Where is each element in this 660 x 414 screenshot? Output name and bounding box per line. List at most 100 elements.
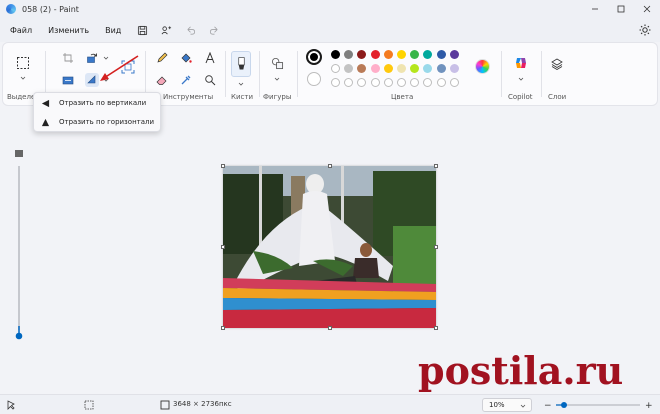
close-button[interactable]: [634, 0, 660, 18]
color-swatch[interactable]: [436, 64, 446, 73]
redo-button[interactable]: [207, 23, 221, 37]
layers-button[interactable]: [550, 57, 564, 71]
color-swatch[interactable]: [331, 50, 340, 59]
eraser-icon: [156, 76, 167, 85]
crop-button[interactable]: [61, 51, 75, 65]
resize-handle-bottom[interactable]: [328, 326, 332, 330]
horizontal-zoom-slider[interactable]: − +: [544, 400, 654, 410]
settings-gear-icon[interactable]: [638, 23, 652, 37]
svg-text:−: −: [544, 401, 552, 410]
color-swatch[interactable]: [410, 50, 420, 59]
resize-handle-left[interactable]: [221, 245, 225, 249]
brushes-group: Кисти: [227, 43, 257, 105]
resize-button[interactable]: [61, 73, 75, 87]
custom-color-slot[interactable]: [383, 78, 393, 87]
custom-color-slot[interactable]: [357, 78, 367, 87]
text-a-icon: [205, 52, 215, 64]
menu-file[interactable]: Файл: [6, 26, 36, 35]
color-swatch[interactable]: [331, 64, 340, 73]
color-swatch[interactable]: [357, 50, 367, 59]
zoom-level-dropdown[interactable]: 10%: [482, 398, 532, 412]
pencil-icon: [157, 52, 168, 63]
menu-view[interactable]: Вид: [101, 26, 125, 35]
color-swatch[interactable]: [423, 50, 433, 59]
shapes-group-label: Фигуры: [263, 93, 292, 101]
color-swatch[interactable]: [397, 64, 406, 73]
menu-bar: Файл Изменить Вид: [0, 18, 660, 42]
custom-color-slot[interactable]: [449, 78, 459, 87]
color-swatch[interactable]: [423, 64, 433, 73]
share-icon: [161, 25, 171, 34]
svg-text:+: +: [645, 401, 653, 410]
custom-color-slot[interactable]: [423, 78, 433, 87]
mountain-icon: [15, 150, 23, 157]
flip-vertical-item[interactable]: Отразить по вертикали: [34, 94, 160, 112]
edit-colors-rainbow-icon[interactable]: [475, 59, 490, 74]
image-size-icon: [160, 400, 170, 410]
photo-statue-icon: [223, 166, 436, 328]
fill-button[interactable]: [179, 51, 193, 65]
brush-icon: [237, 57, 245, 70]
custom-color-slot[interactable]: [344, 78, 354, 87]
layers-group-label: Слои: [548, 93, 567, 101]
color-swatch[interactable]: [410, 64, 420, 73]
custom-color-slot[interactable]: [370, 78, 380, 87]
color-swatch[interactable]: [449, 64, 459, 73]
secondary-color-swatch[interactable]: [307, 72, 321, 86]
eraser-button[interactable]: [155, 73, 169, 87]
color-swatch[interactable]: [449, 50, 459, 59]
title-bar: 058 (2) - Paint: [0, 0, 660, 18]
select-tool-button[interactable]: [15, 55, 31, 71]
resize-handle-bottom-left[interactable]: [221, 326, 225, 330]
flip-horizontal-item[interactable]: Отразить по горизонтали: [34, 113, 160, 131]
custom-color-slot[interactable]: [410, 78, 420, 87]
selection-size-icon: [84, 400, 94, 410]
flip-vertical-icon: [41, 99, 50, 107]
color-swatch[interactable]: [383, 64, 393, 73]
pencil-button[interactable]: [155, 51, 169, 65]
vertical-zoom-slider[interactable]: [14, 150, 26, 350]
flip-vertical-label: Отразить по вертикали: [59, 99, 147, 107]
minimize-button[interactable]: [582, 0, 608, 18]
custom-color-slot[interactable]: [397, 78, 406, 87]
resize-handle-bottom-right[interactable]: [434, 326, 438, 330]
save-button[interactable]: [135, 23, 149, 37]
shapes-button[interactable]: [269, 55, 285, 71]
copilot-group: Copilot: [503, 43, 539, 105]
resize-handle-top-left[interactable]: [221, 164, 225, 168]
color-swatch[interactable]: [357, 64, 367, 73]
color-picker-button[interactable]: [179, 73, 193, 87]
resize-handle-top[interactable]: [328, 164, 332, 168]
menu-edit[interactable]: Изменить: [44, 26, 93, 35]
custom-color-slot[interactable]: [436, 78, 446, 87]
custom-color-slot[interactable]: [331, 78, 340, 87]
canvas-image[interactable]: [223, 166, 436, 328]
shapes-group: Фигуры: [261, 43, 295, 105]
color-swatch[interactable]: [370, 50, 380, 59]
shapes-chevron-down-icon[interactable]: [274, 76, 280, 82]
resize-handle-top-right[interactable]: [434, 164, 438, 168]
chevron-down-icon[interactable]: [20, 75, 26, 81]
resize-handle-right[interactable]: [434, 245, 438, 249]
maximize-icon: [617, 5, 625, 13]
share-button[interactable]: [159, 23, 173, 37]
brushes-chevron-down-icon[interactable]: [238, 81, 244, 87]
color-swatch[interactable]: [344, 64, 354, 73]
color-swatch[interactable]: [397, 50, 406, 59]
color-swatch[interactable]: [344, 50, 354, 59]
magnifier-button[interactable]: [203, 73, 217, 87]
text-button[interactable]: [203, 51, 217, 65]
crop-icon: [63, 53, 73, 63]
maximize-button[interactable]: [608, 0, 634, 18]
brushes-button[interactable]: [231, 51, 251, 77]
copilot-button[interactable]: [513, 55, 529, 71]
red-annotation-arrow-icon: [100, 55, 139, 81]
copilot-chevron-down-icon[interactable]: [518, 76, 524, 82]
color-swatch[interactable]: [370, 64, 380, 73]
color-swatch[interactable]: [383, 50, 393, 59]
color-swatch[interactable]: [436, 50, 446, 59]
selection-rectangle-icon: [17, 57, 29, 69]
zoom-chevron-down-icon: [520, 404, 526, 408]
undo-button[interactable]: [183, 23, 197, 37]
primary-color-swatch[interactable]: [306, 49, 322, 65]
